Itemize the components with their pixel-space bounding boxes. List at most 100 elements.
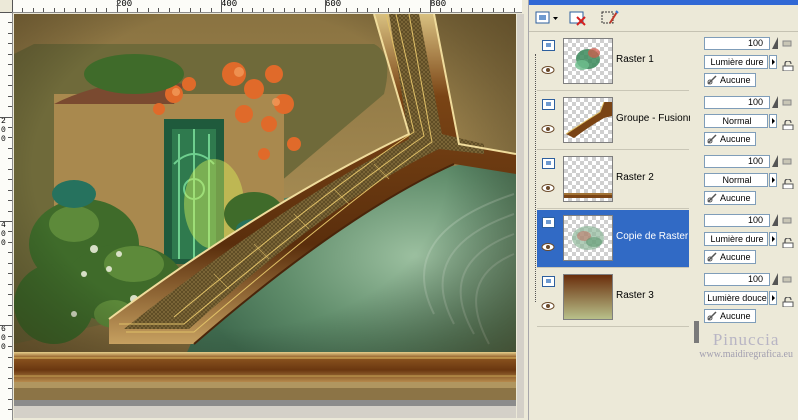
blend-mode-select[interactable]: Lumière dure [704, 55, 768, 69]
eye-icon[interactable] [541, 124, 555, 134]
lock-icon[interactable] [782, 238, 794, 248]
ruler-tick [8, 315, 12, 316]
ruler-tick [231, 8, 232, 12]
new-layer-icon [535, 11, 558, 24]
mask-select[interactable]: Aucune [704, 191, 756, 205]
new-layer-button[interactable] [533, 8, 561, 28]
mask-label: Aucune [720, 193, 751, 203]
mask-label: Aucune [720, 311, 751, 321]
opacity-field[interactable]: 100 [704, 273, 770, 286]
ruler-tick [0, 12, 12, 13]
lock-icon[interactable] [782, 157, 792, 165]
ruler-tick [493, 8, 494, 12]
eye-icon[interactable] [541, 65, 555, 75]
ruler-tick [8, 127, 12, 128]
opacity-slider-icon[interactable] [772, 37, 778, 49]
ruler-tick [357, 8, 358, 12]
horizontal-scrollbar[interactable] [14, 406, 516, 418]
watermark: Pinuccia www.maidiregrafica.eu [699, 330, 793, 360]
opacity-field[interactable]: 100 [704, 37, 770, 50]
layer-name: Copie de Raster 1 [616, 231, 690, 242]
layer-properties: 100 Lumière douce Aucune [704, 269, 796, 326]
ruler-tick [451, 8, 452, 12]
ruler-tick [242, 8, 243, 12]
ruler-tick [106, 8, 107, 12]
vertical-scrollbar[interactable] [517, 14, 524, 418]
vertical-ruler: 2 0 0 4 0 0 6 0 0 [0, 12, 13, 420]
ruler-tick [503, 8, 504, 12]
visibility-toggle-icon[interactable] [542, 99, 555, 110]
eye-icon[interactable] [541, 301, 555, 311]
ruler-tick [252, 8, 253, 12]
edit-selection-button[interactable] [599, 8, 621, 28]
ruler-tick [8, 75, 12, 76]
layer-row-copie-de-raster-1[interactable]: Copie de Raster 1 [537, 210, 690, 268]
ruler-tick [263, 8, 264, 12]
visibility-toggle-icon[interactable] [542, 276, 555, 287]
lock-icon[interactable] [782, 39, 792, 47]
canvas-area[interactable]: 200 400 600 800 2 0 0 4 0 0 6 0 0 [0, 0, 528, 420]
mask-select[interactable]: Aucune [704, 73, 756, 87]
ruler-tick [8, 367, 12, 368]
layer-row-raster-2[interactable]: Raster 2 [537, 151, 689, 209]
visibility-toggle-icon[interactable] [542, 158, 555, 169]
ruler-label: 0 [1, 343, 6, 352]
lock-icon[interactable] [782, 98, 792, 106]
ruler-tick [8, 64, 12, 65]
ruler-tick [367, 8, 368, 12]
blend-mode-select[interactable]: Lumière douce [704, 291, 768, 305]
ruler-tick [200, 8, 201, 12]
visibility-toggle-icon[interactable] [542, 217, 555, 228]
panel-splitter[interactable] [694, 321, 699, 343]
opacity-field[interactable]: 100 [704, 214, 770, 227]
mask-select[interactable]: Aucune [704, 132, 756, 146]
blend-mode-arrow-icon[interactable] [769, 173, 777, 187]
edit-selection-icon [601, 10, 619, 24]
ruler-tick [117, 0, 118, 12]
lock-icon[interactable] [782, 61, 794, 71]
opacity-slider-icon[interactable] [772, 96, 778, 108]
lock-icon[interactable] [782, 120, 794, 130]
lock-icon[interactable] [782, 179, 794, 189]
ruler-tick [346, 8, 347, 12]
opacity-slider-icon[interactable] [772, 214, 778, 226]
layer-properties: 100 Normal Aucune [704, 151, 796, 208]
eye-icon[interactable] [541, 242, 555, 252]
lock-icon[interactable] [782, 297, 794, 307]
mask-icon [707, 193, 717, 203]
layers-toolbar [529, 5, 798, 32]
blend-mode-select[interactable]: Normal [704, 173, 768, 187]
ruler-tick [8, 85, 12, 86]
ruler-tick [8, 211, 12, 212]
opacity-slider-icon[interactable] [772, 273, 778, 285]
visibility-toggle-icon[interactable] [542, 40, 555, 51]
blend-mode-arrow-icon[interactable] [769, 114, 777, 128]
mask-select[interactable]: Aucune [704, 250, 756, 264]
blend-mode-select[interactable]: Normal [704, 114, 768, 128]
ruler-tick [325, 0, 326, 12]
opacity-field[interactable]: 100 [704, 155, 770, 168]
ruler-tick [8, 54, 12, 55]
ruler-tick [284, 8, 285, 12]
delete-layer-button[interactable] [567, 8, 589, 28]
opacity-slider-icon[interactable] [772, 155, 778, 167]
layer-thumbnail [563, 156, 613, 202]
layer-row-raster-3[interactable]: Raster 3 [537, 269, 689, 327]
layer-row-groupe-fusionne[interactable]: Groupe - Fusionné [537, 92, 690, 150]
ruler-tick [388, 8, 389, 12]
ruler-tick [22, 8, 23, 12]
lock-icon[interactable] [782, 216, 792, 224]
blend-mode-arrow-icon[interactable] [769, 291, 777, 305]
ruler-tick [8, 96, 12, 97]
blend-mode-arrow-icon[interactable] [769, 232, 777, 246]
opacity-field[interactable]: 100 [704, 96, 770, 109]
image-canvas[interactable] [14, 14, 516, 418]
lock-icon[interactable] [782, 275, 792, 283]
blend-mode-arrow-icon[interactable] [769, 55, 777, 69]
mask-icon [707, 134, 717, 144]
layer-row-raster-1[interactable]: Raster 1 [537, 33, 689, 91]
blend-mode-select[interactable]: Lumière dure [704, 232, 768, 246]
eye-icon[interactable] [541, 183, 555, 193]
ruler-tick [409, 8, 410, 12]
mask-select[interactable]: Aucune [704, 309, 756, 323]
